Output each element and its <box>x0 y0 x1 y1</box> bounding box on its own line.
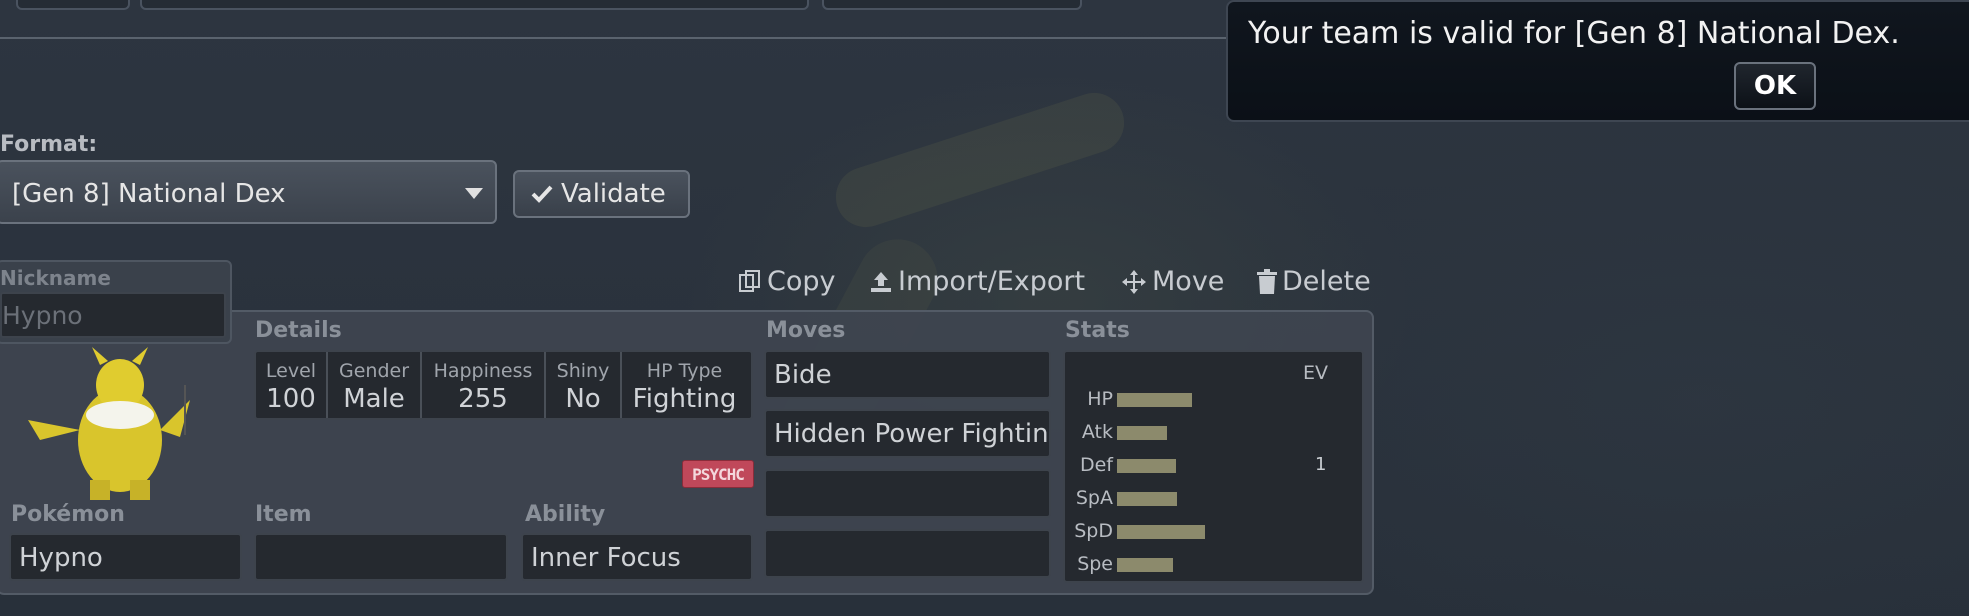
hp-type-header: HP Type <box>646 360 723 382</box>
stat-bar <box>1117 459 1176 473</box>
copy-icon <box>739 269 760 292</box>
divider <box>0 37 1230 39</box>
move-label: Move <box>1152 266 1225 297</box>
validation-popup: Your team is valid for [Gen 8] National … <box>1226 0 1969 122</box>
stats-label: Stats <box>1065 318 1130 343</box>
top-toolbar-input[interactable] <box>140 0 809 10</box>
item-input[interactable] <box>254 533 508 581</box>
delete-label: Delete <box>1282 266 1371 297</box>
stat-bar <box>1117 525 1205 539</box>
validate-button[interactable]: Validate <box>513 170 690 218</box>
format-label: Format: <box>0 132 98 157</box>
move-button[interactable]: Move <box>1120 266 1224 297</box>
details-shiny: Shiny No <box>546 352 622 418</box>
stat-name: Spe <box>1077 553 1113 575</box>
stat-bar <box>1117 426 1167 440</box>
copy-label: Copy <box>767 266 836 297</box>
move-arrows-icon <box>1122 269 1146 294</box>
stat-name: SpD <box>1074 520 1113 542</box>
import-export-button[interactable]: Import/Export <box>868 266 1085 297</box>
pokemon-label: Pokémon <box>11 502 125 527</box>
stat-bar <box>1117 393 1192 407</box>
details-hp-type: HP Type Fighting <box>622 352 747 418</box>
happiness-value: 255 <box>458 384 508 414</box>
gender-header: Gender <box>338 360 410 382</box>
nickname-label: Nickname <box>0 266 111 290</box>
details-label: Details <box>255 318 342 343</box>
top-toolbar-button[interactable] <box>16 0 130 10</box>
stat-row-hp: HP <box>1065 388 1365 412</box>
ability-label: Ability <box>525 502 606 527</box>
popup-message: Your team is valid for [Gen 8] National … <box>1248 16 1900 51</box>
type-badge: PSYCHC <box>682 460 754 488</box>
checkmark-icon <box>531 185 553 203</box>
delete-button[interactable]: Delete <box>1256 266 1371 297</box>
ok-button[interactable]: OK <box>1734 62 1816 110</box>
format-select-value: [Gen 8] National Dex <box>12 179 286 209</box>
gender-value: Male <box>343 384 405 414</box>
top-toolbar-button[interactable] <box>822 0 1082 10</box>
copy-button[interactable]: Copy <box>737 266 836 297</box>
stat-row-spd: SpD <box>1065 520 1365 544</box>
details-level: Level 100 <box>256 352 328 418</box>
validate-label: Validate <box>561 179 666 209</box>
shiny-value: No <box>565 384 601 414</box>
stat-bar <box>1117 558 1173 572</box>
chevron-down-icon <box>465 188 483 199</box>
pokemon-sprite[interactable] <box>20 345 200 505</box>
happiness-header: Happiness <box>433 360 533 382</box>
pokemon-input[interactable]: Hypno <box>9 533 242 581</box>
moves-label: Moves <box>766 318 846 343</box>
move-1-input[interactable]: Bide <box>764 350 1051 399</box>
stat-name: HP <box>1087 388 1113 410</box>
stat-bar <box>1117 492 1177 506</box>
level-header: Level <box>265 360 317 382</box>
ev-header: EV <box>1303 362 1329 384</box>
hp-type-value: Fighting <box>632 384 737 414</box>
move-4-input[interactable] <box>764 529 1051 578</box>
stats-panel[interactable]: EV HP Atk Def 1 SpA SpD Spe <box>1063 350 1364 583</box>
move-2-input[interactable]: Hidden Power Fighting <box>764 409 1051 458</box>
stat-row-atk: Atk <box>1065 421 1365 445</box>
nickname-input[interactable]: Hypno <box>0 292 226 338</box>
details-happiness: Happiness 255 <box>422 352 546 418</box>
level-value: 100 <box>266 384 316 414</box>
ability-input[interactable]: Inner Focus <box>521 533 753 581</box>
stat-row-spe: Spe <box>1065 553 1365 577</box>
shiny-header: Shiny <box>556 360 610 382</box>
move-3-input[interactable] <box>764 469 1051 518</box>
details-gender: Gender Male <box>328 352 422 418</box>
stat-name: Atk <box>1081 421 1113 443</box>
stat-name: SpA <box>1075 487 1113 509</box>
format-select[interactable]: [Gen 8] National Dex <box>0 160 497 224</box>
stat-row-spa: SpA <box>1065 487 1365 511</box>
stat-ev: 1 <box>1315 454 1327 475</box>
import-export-label: Import/Export <box>898 266 1086 297</box>
upload-icon <box>871 271 891 292</box>
details-table[interactable]: Level 100 Gender Male Happiness 255 Shin… <box>254 350 753 420</box>
trash-icon <box>1257 268 1277 294</box>
stat-row-def: Def 1 <box>1065 454 1365 478</box>
item-label: Item <box>255 502 312 527</box>
stat-name: Def <box>1079 454 1113 476</box>
